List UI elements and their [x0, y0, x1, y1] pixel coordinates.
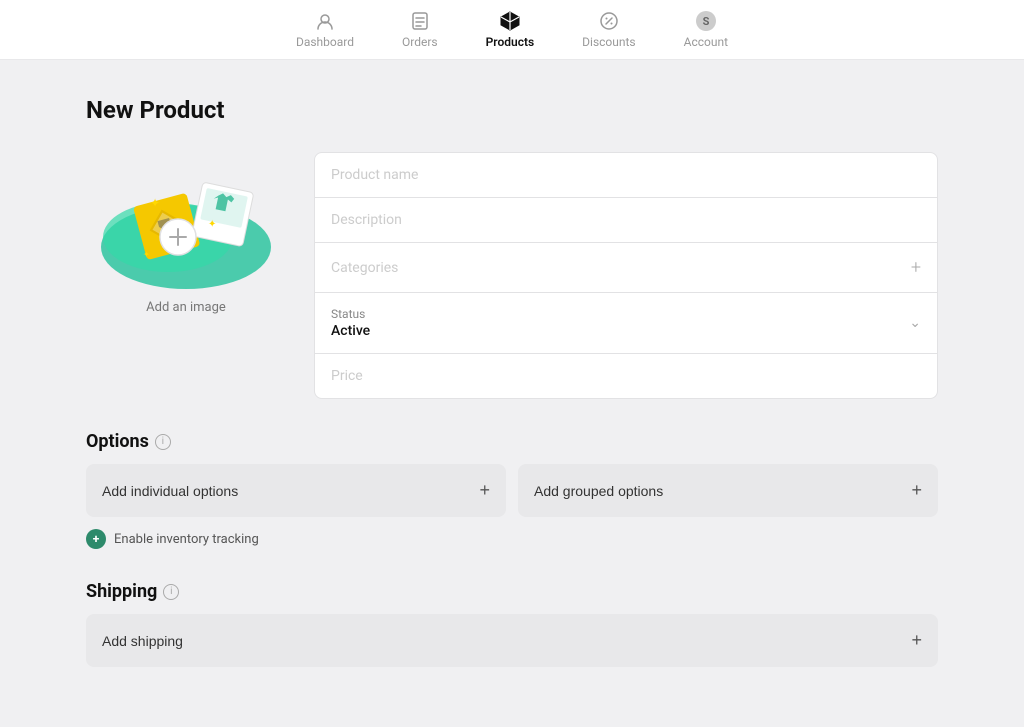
- status-value: Active: [331, 323, 370, 339]
- add-image-label: Add an image: [146, 300, 226, 315]
- add-shipping-plus-icon: +: [911, 630, 922, 651]
- main-content: New Product: [62, 60, 962, 727]
- svg-text:✦: ✦: [208, 219, 216, 230]
- nav-item-discounts[interactable]: Discounts: [582, 10, 635, 49]
- description-field[interactable]: Description: [314, 198, 938, 243]
- status-chevron-icon: ⌄: [909, 315, 921, 331]
- products-icon: [499, 10, 521, 32]
- nav-item-account[interactable]: S Account: [684, 10, 728, 49]
- price-field[interactable]: Price: [314, 354, 938, 399]
- shipping-info-icon[interactable]: i: [163, 584, 179, 600]
- account-icon: S: [695, 10, 717, 32]
- form-area: Product name Description Categories + St…: [314, 152, 938, 399]
- categories-field[interactable]: Categories +: [314, 243, 938, 293]
- add-individual-plus-icon: +: [479, 480, 490, 501]
- inventory-row[interactable]: Enable inventory tracking: [86, 529, 938, 549]
- add-grouped-plus-icon: +: [911, 480, 922, 501]
- content-layout: ✦ ✦ ✦ Add an image Product name Descript…: [86, 152, 938, 399]
- nav-discounts-label: Discounts: [582, 35, 635, 49]
- shipping-title-row: Shipping i: [86, 581, 938, 602]
- add-grouped-label: Add grouped options: [534, 483, 663, 499]
- shipping-section: Shipping i Add shipping +: [86, 581, 938, 667]
- svg-text:✦: ✦: [150, 196, 160, 210]
- svg-text:S: S: [702, 15, 709, 28]
- options-title: Options: [86, 431, 149, 452]
- add-shipping-button[interactable]: Add shipping +: [86, 614, 938, 667]
- main-navigation: Dashboard Orders Products: [0, 0, 1024, 60]
- add-shipping-label: Add shipping: [102, 633, 183, 649]
- product-illustration: ✦ ✦ ✦: [88, 152, 284, 292]
- svg-text:✦: ✦: [143, 250, 150, 259]
- inventory-tracking-icon: [86, 529, 106, 549]
- page-title: New Product: [86, 96, 938, 124]
- dashboard-icon: [314, 10, 336, 32]
- nav-products-label: Products: [486, 35, 535, 49]
- product-name-placeholder: Product name: [331, 167, 418, 183]
- nav-item-orders[interactable]: Orders: [402, 10, 438, 49]
- add-grouped-options-button[interactable]: Add grouped options +: [518, 464, 938, 517]
- status-field[interactable]: Status Active ⌄: [314, 293, 938, 354]
- nav-item-dashboard[interactable]: Dashboard: [296, 10, 354, 49]
- add-individual-label: Add individual options: [102, 483, 238, 499]
- orders-icon: [409, 10, 431, 32]
- discounts-icon: [598, 10, 620, 32]
- nav-account-label: Account: [684, 35, 728, 49]
- categories-add-icon[interactable]: +: [911, 257, 921, 278]
- status-label: Status: [331, 307, 370, 321]
- nav-item-products[interactable]: Products: [486, 10, 535, 49]
- options-buttons: Add individual options + Add grouped opt…: [86, 464, 938, 517]
- nav-orders-label: Orders: [402, 35, 438, 49]
- product-name-field[interactable]: Product name: [314, 152, 938, 198]
- options-info-icon[interactable]: i: [155, 434, 171, 450]
- inventory-tracking-label: Enable inventory tracking: [114, 532, 259, 547]
- options-section: Options i Add individual options + Add g…: [86, 431, 938, 549]
- shipping-title: Shipping: [86, 581, 157, 602]
- description-placeholder: Description: [331, 212, 402, 228]
- categories-placeholder: Categories: [331, 260, 398, 276]
- image-upload-area[interactable]: ✦ ✦ ✦ Add an image: [86, 152, 286, 315]
- price-placeholder: Price: [331, 368, 363, 384]
- add-individual-options-button[interactable]: Add individual options +: [86, 464, 506, 517]
- options-title-row: Options i: [86, 431, 938, 452]
- nav-dashboard-label: Dashboard: [296, 35, 354, 49]
